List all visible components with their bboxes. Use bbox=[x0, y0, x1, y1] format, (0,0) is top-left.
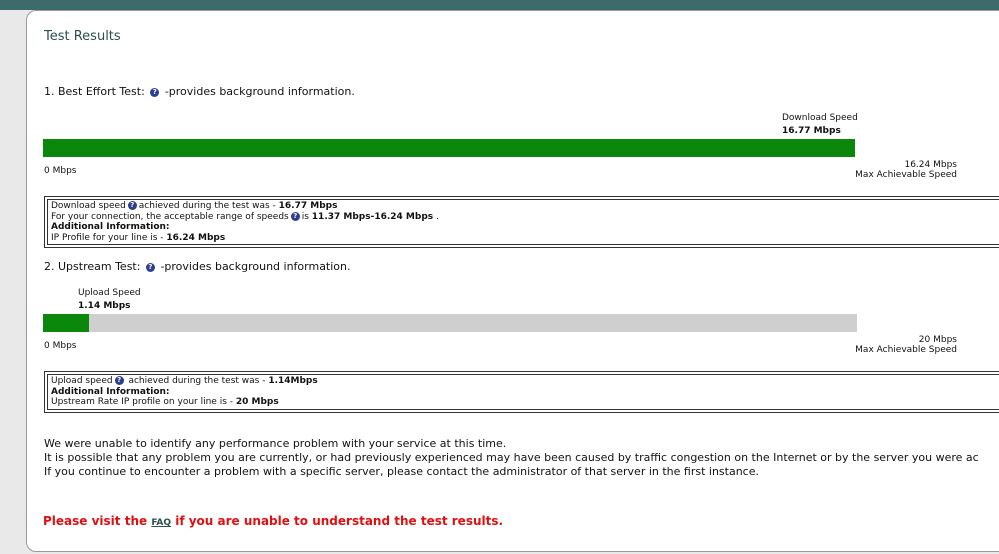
download-speed-bar-fill bbox=[43, 139, 855, 157]
upload-max-value: 20 Mbps bbox=[918, 335, 957, 345]
upload-max-label: Max Achievable Speed bbox=[855, 345, 957, 355]
help-icon[interactable]: ? bbox=[114, 376, 124, 385]
message-line2: It is possible that any problem you are … bbox=[44, 451, 979, 464]
download-min-label: 0 Mbps bbox=[44, 166, 77, 176]
download-info-inner: Download speed? achieved during the test … bbox=[47, 199, 999, 245]
upstream-heading-suffix: -provides background information. bbox=[160, 260, 351, 273]
upload-info-line3: Upstream Rate IP profile on your line is… bbox=[51, 397, 279, 407]
download-info-line4: IP Profile for your line is - 16.24 Mbps bbox=[51, 232, 226, 243]
download-info-line2: For your connection, the acceptable rang… bbox=[51, 211, 439, 222]
upload-speed-value: 1.14 Mbps bbox=[78, 301, 131, 311]
page-title: Test Results bbox=[44, 29, 121, 44]
download-info-line3: Additional Information: bbox=[51, 222, 170, 232]
upload-info-box: Upload speed? achieved during the test w… bbox=[44, 371, 999, 413]
upload-info-line1: Upload speed? achieved during the test w… bbox=[51, 376, 318, 386]
best-effort-heading: 1. Best Effort Test: ? -provides backgro… bbox=[44, 85, 355, 98]
help-icon[interactable]: ? bbox=[145, 263, 155, 272]
download-info-line1: Download speed? achieved during the test … bbox=[51, 201, 338, 211]
download-max-value: 16.24 Mbps bbox=[904, 160, 957, 170]
help-icon[interactable]: ? bbox=[150, 88, 160, 97]
upload-info-inner: Upload speed? achieved during the test w… bbox=[47, 374, 999, 410]
upload-speed-label: Upload Speed bbox=[78, 288, 141, 298]
message-line3: If you continue to encounter a problem w… bbox=[44, 465, 759, 478]
download-speed-bar bbox=[43, 139, 855, 157]
upload-speed-bar-fill bbox=[43, 314, 90, 332]
faq-link[interactable]: FAQ bbox=[151, 518, 171, 528]
faq-notice-suffix: if you are unable to understand the test… bbox=[171, 514, 504, 528]
upstream-heading: 2. Upstream Test: ? -provides background… bbox=[44, 260, 351, 273]
upload-info-line2: Additional Information: bbox=[51, 386, 170, 397]
help-icon[interactable]: ? bbox=[127, 201, 137, 210]
faq-notice: Please visit the FAQ if you are unable t… bbox=[43, 514, 503, 528]
top-bar bbox=[0, 0, 999, 10]
upload-min-label: 0 Mbps bbox=[44, 341, 77, 351]
upstream-heading-prefix: 2. Upstream Test: bbox=[44, 260, 141, 273]
result-message: We were unable to identify any performan… bbox=[44, 437, 979, 479]
download-speed-value: 16.77 Mbps bbox=[782, 126, 841, 136]
download-speed-label: Download Speed bbox=[782, 113, 858, 123]
best-effort-heading-prefix: 1. Best Effort Test: bbox=[44, 85, 145, 98]
download-max-label: Max Achievable Speed bbox=[855, 170, 957, 180]
help-icon[interactable]: ? bbox=[290, 211, 300, 221]
faq-notice-prefix: Please visit the bbox=[43, 514, 152, 528]
best-effort-heading-suffix: -provides background information. bbox=[164, 85, 355, 98]
upload-speed-bar bbox=[43, 314, 857, 332]
message-line1: We were unable to identify any performan… bbox=[44, 437, 507, 450]
results-panel: Test Results 1. Best Effort Test: ? -pro… bbox=[26, 10, 999, 552]
download-info-box: Download speed? achieved during the test … bbox=[44, 196, 999, 248]
